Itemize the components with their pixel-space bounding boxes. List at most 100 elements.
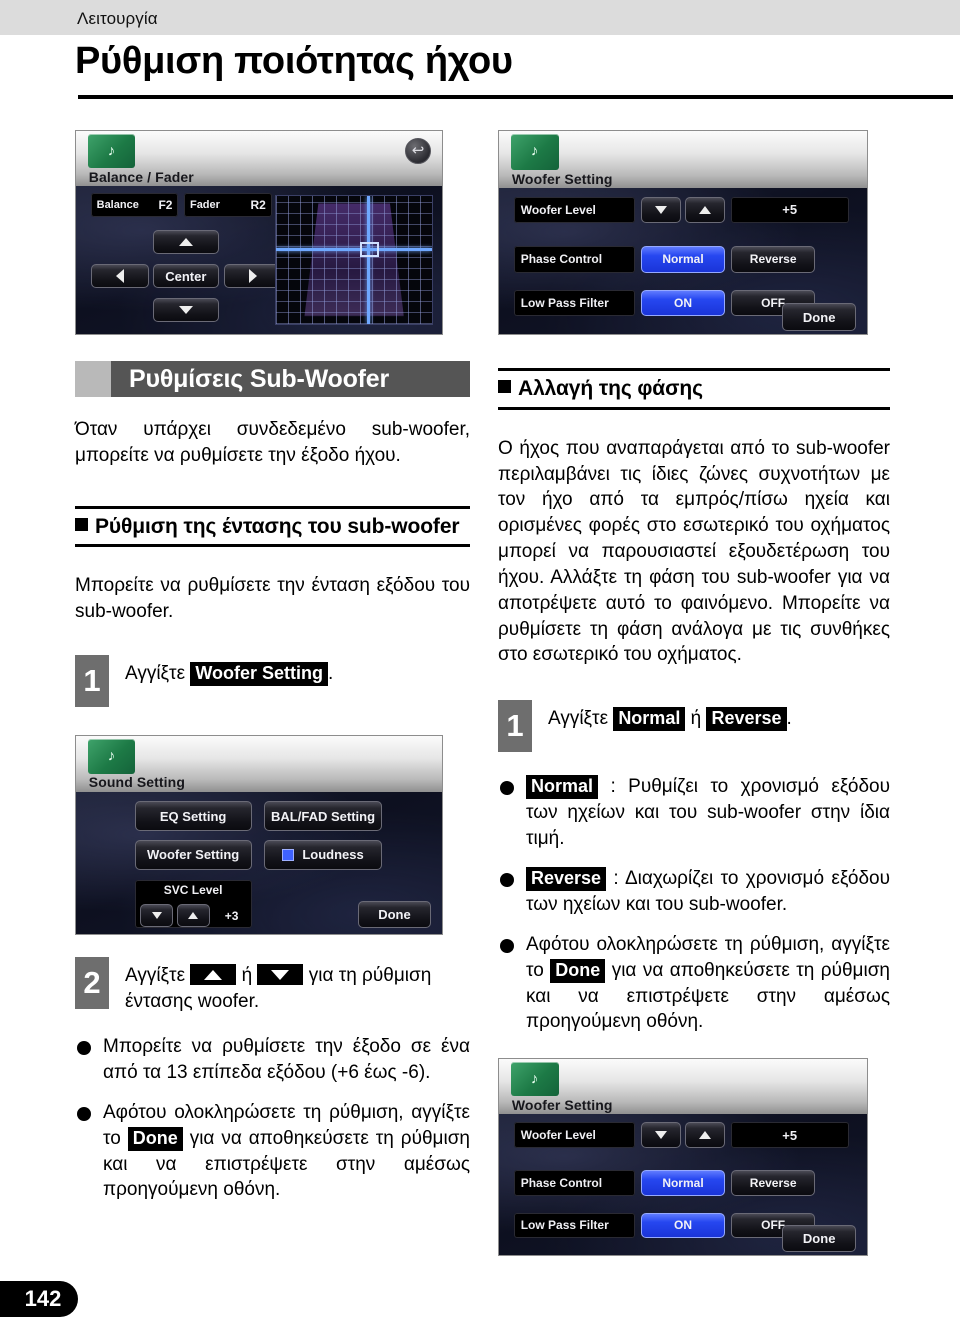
list-item: Μπορείτε να ρυθμίσετε την έξοδο σε ένα α… [75,1034,470,1085]
section-title: Ρυθμίσεις Sub-Woofer [129,364,390,393]
right-body-paragraph: Ο ήχος που αναπαράγεται από το sub-woofe… [498,437,890,666]
phase-reverse-button[interactable]: Reverse [730,1170,816,1196]
key-normal[interactable]: Normal [613,707,686,731]
center-button[interactable]: Center [152,264,219,289]
left-body-paragraph: Μπορείτε να ρυθμίσετε την ένταση εξόδου … [75,575,470,623]
arrow-down-icon [654,205,667,214]
balance-right-button[interactable] [224,264,283,289]
step-text-or: ή [236,965,258,987]
screen-title: Woofer Setting [511,170,613,187]
woofer-level-up-button[interactable] [684,196,726,223]
key-woofer-setting[interactable]: Woofer Setting [190,662,328,686]
loudness-label: Loudness [302,847,364,863]
right-subhead: Αλλαγή της φάσης [498,377,890,402]
phase-normal-button[interactable]: Normal [640,246,726,273]
phase-reverse-button[interactable]: Reverse [730,246,816,273]
page-number: 142 [0,1281,78,1317]
music-note-icon [87,739,136,774]
balance-left-button[interactable] [90,264,150,289]
step-number: 1 [498,700,532,753]
right-column: Woofer Setting Woofer Level +5 Phase Con… [498,130,890,1256]
svc-down-button[interactable] [140,904,173,927]
svc-up-button[interactable] [176,904,210,927]
right-bullet-list: Normal : Ρυθμίζει το χρονισμό εξόδου των… [498,774,890,1035]
left-column: Balance / Fader Balance F2 Fader R2 Cent… [75,130,470,1218]
music-note-icon [510,134,559,170]
page-title: Ρύθμιση ποιότητας ήχου [75,40,513,82]
woofer-level-down-button[interactable] [640,196,682,223]
woofer-done-button[interactable]: Done [782,1225,856,1253]
crosshair-handle[interactable] [360,241,380,258]
woofer-done-button[interactable]: Done [782,303,856,332]
step-number: 2 [75,957,109,1010]
subhead-rule-top [75,505,470,509]
step-text: Αγγίξτε Woofer Setting. [125,655,333,686]
step-text-pre: Αγγίξτε [125,965,191,987]
phase-control-label: Phase Control [513,246,636,273]
screen-title: Balance / Fader [88,168,194,185]
step-number: 1 [75,655,109,708]
arrow-down-icon [178,306,193,315]
woofer-level-value: +5 [730,1122,849,1148]
list-item: Αφότου ολοκληρώσετε τη ρύθμιση, αγγίξτε … [75,1100,470,1203]
low-pass-on-button[interactable]: ON [640,1212,726,1239]
screen-content: Woofer Level +5 Phase Control Normal Rev… [499,187,867,334]
balance-fader-grid[interactable] [275,194,433,326]
left-step-1: 1 Αγγίξτε Woofer Setting. [75,655,470,708]
step-text: Αγγίξτε ή για τη ρύθμιση έντασης woofer. [125,957,470,1014]
sound-setting-done-button[interactable]: Done [357,901,432,929]
arrow-down-icon [654,1131,667,1139]
woofer-level-label: Woofer Level [513,1122,636,1148]
fader-value: R2 [250,198,266,213]
screen-titlebar: Sound Setting [76,736,442,792]
key-arrow-down-icon[interactable] [257,964,304,986]
key-arrow-up-icon[interactable] [190,964,237,986]
left-subhead-block: Ρύθμιση της έντασης του sub-woofer [75,499,470,554]
music-note-icon [510,1062,559,1097]
loudness-button[interactable]: Loudness [264,839,382,870]
screenshot-woofer-setting-bottom: Woofer Setting Woofer Level +5 Phase Con… [498,1057,868,1256]
left-step-2: 2 Αγγίξτε ή για τη ρύθμιση έντασης woofe… [75,957,470,1014]
header-kicker: Λειτουργία [77,9,158,28]
key-normal[interactable]: Normal [526,775,599,799]
subhead-rule-bottom [75,544,470,548]
woofer-setting-button[interactable]: Woofer Setting [134,839,252,870]
music-note-icon [87,134,136,169]
section-header: Ρυθμίσεις Sub-Woofer [75,361,470,397]
key-done[interactable]: Done [550,959,606,983]
key-reverse[interactable]: Reverse [706,707,787,731]
woofer-level-down-button[interactable] [640,1122,682,1148]
back-arrow-icon[interactable] [405,137,432,164]
left-subhead: Ρύθμιση της έντασης του sub-woofer [75,515,470,540]
screen-titlebar: Balance / Fader [76,131,442,186]
woofer-level-up-button[interactable] [684,1122,726,1148]
phase-control-label: Phase Control [513,1170,636,1196]
subhead-rule-top [498,368,890,371]
phase-normal-button[interactable]: Normal [640,1170,726,1196]
balance-crosshair-vertical [366,195,370,325]
left-bullet-list: Μπορείτε να ρυθμίσετε την έξοδο σε ένα α… [75,1034,470,1203]
step-text: Αγγίξτε Normal ή Reverse. [548,700,792,731]
screen-title: Woofer Setting [511,1096,613,1113]
eq-setting-button[interactable]: EQ Setting [134,801,252,832]
arrow-up-icon [699,1131,712,1139]
bal-fad-setting-button[interactable]: BAL/FAD Setting [264,801,382,832]
loudness-checkbox-icon[interactable] [282,848,295,861]
step-text-pre: Αγγίξτε [548,708,614,730]
balance-up-button[interactable] [152,230,219,254]
low-pass-on-button[interactable]: ON [640,290,726,317]
key-reverse[interactable]: Reverse [526,867,607,891]
key-done[interactable]: Done [127,1126,183,1151]
section-marker-square [75,361,111,397]
right-subhead-block: Αλλαγή της φάσης [498,361,890,416]
left-intro-paragraph: Όταν υπάρχει συνδεδεμένο sub-woofer, μπο… [75,419,470,466]
low-pass-filter-label: Low Pass Filter [513,1212,636,1239]
arrow-up-icon [178,238,193,247]
arrow-down-icon [151,912,162,920]
step-text-pre: Αγγίξτε [125,663,191,685]
svc-level-value: +3 [224,908,239,923]
grid-lines [276,195,432,325]
balance-down-button[interactable] [152,298,219,323]
woofer-level-label: Woofer Level [513,196,636,223]
arrow-left-icon [115,269,124,284]
